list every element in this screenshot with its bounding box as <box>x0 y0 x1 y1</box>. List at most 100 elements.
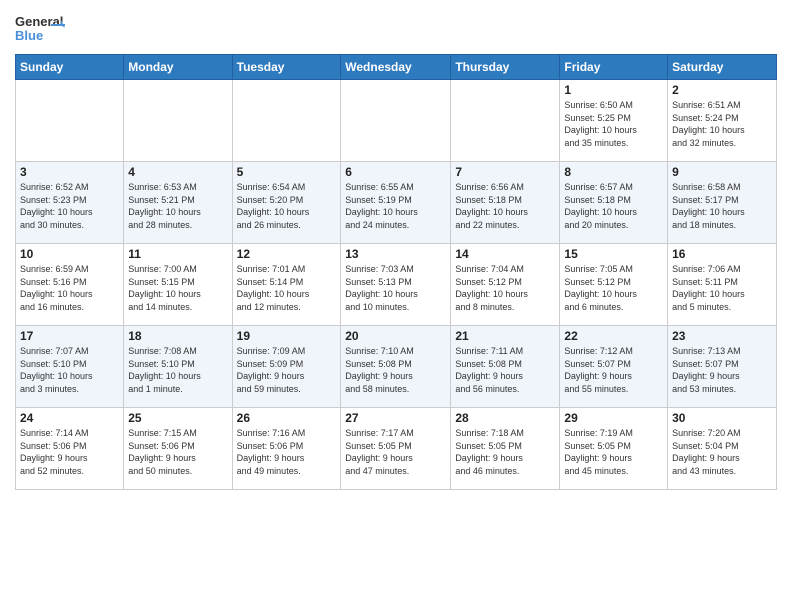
calendar-cell: 30Sunrise: 7:20 AM Sunset: 5:04 PM Dayli… <box>668 408 777 490</box>
day-info: Sunrise: 6:52 AM Sunset: 5:23 PM Dayligh… <box>20 181 119 231</box>
day-info: Sunrise: 7:13 AM Sunset: 5:07 PM Dayligh… <box>672 345 772 395</box>
day-number: 19 <box>237 329 337 343</box>
day-number: 25 <box>128 411 227 425</box>
calendar-cell: 23 Sunrise: 7:13 AM Sunset: 5:07 PM Dayli… <box>668 326 777 408</box>
day-number: 9 <box>672 165 772 179</box>
weekday-header-friday: Friday <box>560 55 668 80</box>
day-number: 18 <box>128 329 227 343</box>
day-info: Sunrise: 7:00 AM Sunset: 5:15 PM Dayligh… <box>128 263 227 313</box>
calendar-cell: 3 Sunrise: 6:52 AM Sunset: 5:23 PM Daylig… <box>16 162 124 244</box>
day-info: Sunrise: 7:15 AM Sunset: 5:06 PM Dayligh… <box>128 427 227 477</box>
week-row-2: 3 Sunrise: 6:52 AM Sunset: 5:23 PM Daylig… <box>16 162 777 244</box>
day-number: 20 <box>345 329 446 343</box>
day-info: Sunrise: 7:08 AM Sunset: 5:10 PM Dayligh… <box>128 345 227 395</box>
page: General Blue SundayMondayTuesdayWednesda… <box>0 0 792 612</box>
day-info: Sunrise: 7:12 AM Sunset: 5:07 PM Dayligh… <box>564 345 663 395</box>
calendar-cell: 8 Sunrise: 6:57 AM Sunset: 5:18 PM Daylig… <box>560 162 668 244</box>
day-number: 10 <box>20 247 119 261</box>
calendar-cell: 24 Sunrise: 7:14 AM Sunset: 5:06 PM Dayli… <box>16 408 124 490</box>
calendar-cell: 11 Sunrise: 7:00 AM Sunset: 5:15 PM Dayli… <box>124 244 232 326</box>
calendar-cell: 14 Sunrise: 7:04 AM Sunset: 5:12 PM Dayli… <box>451 244 560 326</box>
day-number: 15 <box>564 247 663 261</box>
day-number: 2 <box>672 83 772 97</box>
calendar-cell: 15 Sunrise: 7:05 AM Sunset: 5:12 PM Dayli… <box>560 244 668 326</box>
day-number: 22 <box>564 329 663 343</box>
calendar-cell: 25 Sunrise: 7:15 AM Sunset: 5:06 PM Dayli… <box>124 408 232 490</box>
calendar-cell: 13 Sunrise: 7:03 AM Sunset: 5:13 PM Dayli… <box>341 244 451 326</box>
calendar-cell: 17 Sunrise: 7:07 AM Sunset: 5:10 PM Dayli… <box>16 326 124 408</box>
day-info: Sunrise: 7:01 AM Sunset: 5:14 PM Dayligh… <box>237 263 337 313</box>
day-info: Sunrise: 7:11 AM Sunset: 5:08 PM Dayligh… <box>455 345 555 395</box>
calendar-cell <box>451 80 560 162</box>
calendar-cell: 20Sunrise: 7:10 AM Sunset: 5:08 PM Dayli… <box>341 326 451 408</box>
day-number: 24 <box>20 411 119 425</box>
calendar-cell <box>341 80 451 162</box>
day-info: Sunrise: 7:03 AM Sunset: 5:13 PM Dayligh… <box>345 263 446 313</box>
day-number: 7 <box>455 165 555 179</box>
calendar-table: SundayMondayTuesdayWednesdayThursdayFrid… <box>15 54 777 490</box>
day-number: 23 <box>672 329 772 343</box>
day-number: 26 <box>237 411 337 425</box>
calendar-header-row: SundayMondayTuesdayWednesdayThursdayFrid… <box>16 55 777 80</box>
day-info: Sunrise: 7:20 AM Sunset: 5:04 PM Dayligh… <box>672 427 772 477</box>
week-row-5: 24 Sunrise: 7:14 AM Sunset: 5:06 PM Dayli… <box>16 408 777 490</box>
weekday-header-tuesday: Tuesday <box>232 55 341 80</box>
calendar-cell: 10Sunrise: 6:59 AM Sunset: 5:16 PM Dayli… <box>16 244 124 326</box>
calendar-cell: 29 Sunrise: 7:19 AM Sunset: 5:05 PM Dayli… <box>560 408 668 490</box>
calendar-cell: 26 Sunrise: 7:16 AM Sunset: 5:06 PM Dayli… <box>232 408 341 490</box>
calendar-cell: 7Sunrise: 6:56 AM Sunset: 5:18 PM Daylig… <box>451 162 560 244</box>
day-number: 28 <box>455 411 555 425</box>
day-info: Sunrise: 7:07 AM Sunset: 5:10 PM Dayligh… <box>20 345 119 395</box>
calendar-cell <box>124 80 232 162</box>
day-number: 11 <box>128 247 227 261</box>
day-number: 27 <box>345 411 446 425</box>
calendar-cell: 22 Sunrise: 7:12 AM Sunset: 5:07 PM Dayli… <box>560 326 668 408</box>
day-number: 1 <box>564 83 663 97</box>
day-number: 4 <box>128 165 227 179</box>
week-row-4: 17 Sunrise: 7:07 AM Sunset: 5:10 PM Dayli… <box>16 326 777 408</box>
day-number: 13 <box>345 247 446 261</box>
weekday-header-monday: Monday <box>124 55 232 80</box>
calendar-cell: 5 Sunrise: 6:54 AM Sunset: 5:20 PM Daylig… <box>232 162 341 244</box>
day-number: 5 <box>237 165 337 179</box>
day-number: 17 <box>20 329 119 343</box>
calendar-cell <box>16 80 124 162</box>
day-info: Sunrise: 6:57 AM Sunset: 5:18 PM Dayligh… <box>564 181 663 231</box>
week-row-1: 1 Sunrise: 6:50 AM Sunset: 5:25 PM Daylig… <box>16 80 777 162</box>
calendar-cell: 18 Sunrise: 7:08 AM Sunset: 5:10 PM Dayli… <box>124 326 232 408</box>
day-info: Sunrise: 7:16 AM Sunset: 5:06 PM Dayligh… <box>237 427 337 477</box>
day-info: Sunrise: 7:18 AM Sunset: 5:05 PM Dayligh… <box>455 427 555 477</box>
calendar-cell <box>232 80 341 162</box>
day-info: Sunrise: 7:04 AM Sunset: 5:12 PM Dayligh… <box>455 263 555 313</box>
calendar-cell: 19Sunrise: 7:09 AM Sunset: 5:09 PM Dayli… <box>232 326 341 408</box>
calendar-cell: 9Sunrise: 6:58 AM Sunset: 5:17 PM Daylig… <box>668 162 777 244</box>
calendar-cell: 2 Sunrise: 6:51 AM Sunset: 5:24 PM Daylig… <box>668 80 777 162</box>
day-info: Sunrise: 6:51 AM Sunset: 5:24 PM Dayligh… <box>672 99 772 149</box>
day-info: Sunrise: 6:50 AM Sunset: 5:25 PM Dayligh… <box>564 99 663 149</box>
calendar-cell: 27Sunrise: 7:17 AM Sunset: 5:05 PM Dayli… <box>341 408 451 490</box>
day-number: 21 <box>455 329 555 343</box>
calendar-cell: 6Sunrise: 6:55 AM Sunset: 5:19 PM Daylig… <box>341 162 451 244</box>
weekday-header-sunday: Sunday <box>16 55 124 80</box>
calendar-cell: 21 Sunrise: 7:11 AM Sunset: 5:08 PM Dayli… <box>451 326 560 408</box>
day-number: 16 <box>672 247 772 261</box>
day-info: Sunrise: 6:55 AM Sunset: 5:19 PM Dayligh… <box>345 181 446 231</box>
calendar-cell: 16Sunrise: 7:06 AM Sunset: 5:11 PM Dayli… <box>668 244 777 326</box>
weekday-header-thursday: Thursday <box>451 55 560 80</box>
calendar-cell: 4Sunrise: 6:53 AM Sunset: 5:21 PM Daylig… <box>124 162 232 244</box>
weekday-header-saturday: Saturday <box>668 55 777 80</box>
day-number: 12 <box>237 247 337 261</box>
day-info: Sunrise: 6:54 AM Sunset: 5:20 PM Dayligh… <box>237 181 337 231</box>
day-number: 8 <box>564 165 663 179</box>
header: General Blue <box>15 10 777 48</box>
day-number: 3 <box>20 165 119 179</box>
week-row-3: 10Sunrise: 6:59 AM Sunset: 5:16 PM Dayli… <box>16 244 777 326</box>
calendar-cell: 1 Sunrise: 6:50 AM Sunset: 5:25 PM Daylig… <box>560 80 668 162</box>
day-info: Sunrise: 7:05 AM Sunset: 5:12 PM Dayligh… <box>564 263 663 313</box>
day-info: Sunrise: 7:14 AM Sunset: 5:06 PM Dayligh… <box>20 427 119 477</box>
svg-text:General: General <box>15 14 63 29</box>
day-number: 29 <box>564 411 663 425</box>
day-info: Sunrise: 7:19 AM Sunset: 5:05 PM Dayligh… <box>564 427 663 477</box>
logo: General Blue <box>15 10 65 48</box>
day-number: 14 <box>455 247 555 261</box>
